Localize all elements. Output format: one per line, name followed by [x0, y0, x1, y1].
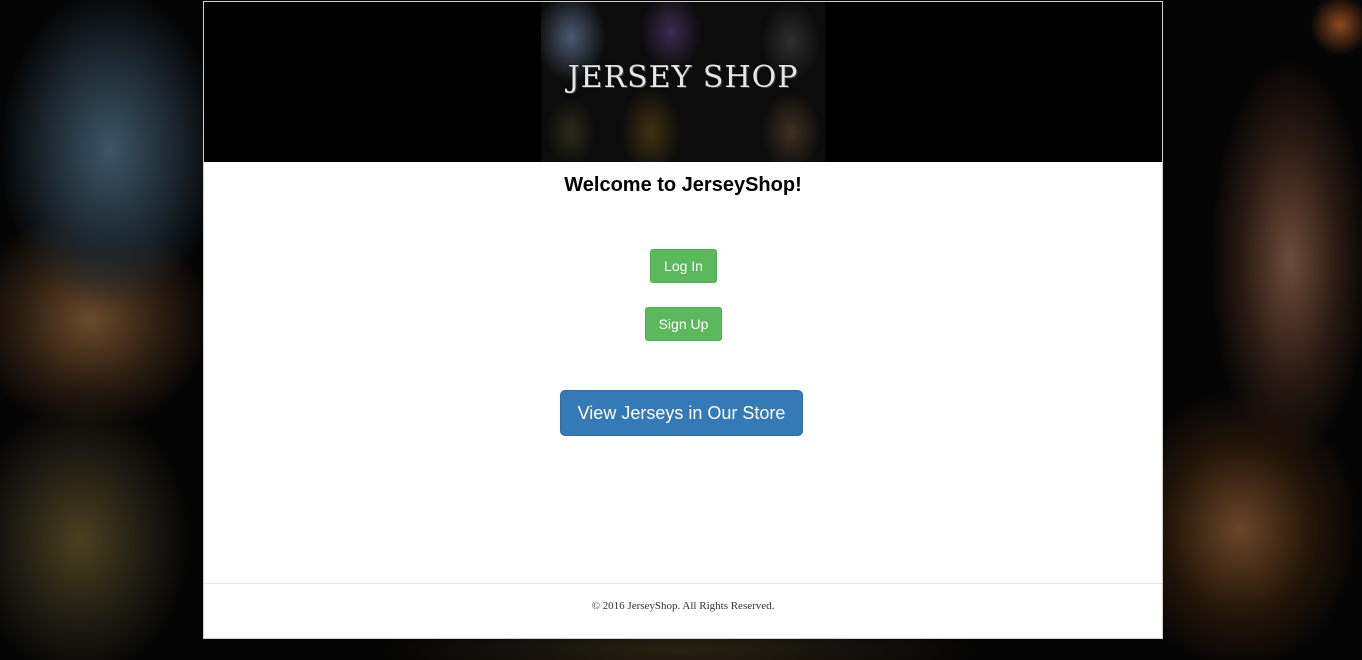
- page-title: Welcome to JerseyShop!: [564, 174, 802, 196]
- view-store-button[interactable]: View Jerseys in Our Store: [560, 390, 803, 436]
- signup-button[interactable]: Sign Up: [645, 307, 722, 341]
- login-button[interactable]: Log In: [650, 249, 717, 283]
- banner-image: JERSEY SHOP: [541, 2, 825, 162]
- footer-divider: [204, 583, 1162, 584]
- banner-logo-text: JERSEY SHOP: [567, 60, 799, 95]
- header: JERSEY SHOP: [204, 2, 1162, 162]
- footer-copyright: © 2016 JerseyShop. All Rights Reserved.: [591, 600, 775, 612]
- content-panel: JERSEY SHOP Welcome to JerseyShop! Log I…: [203, 1, 1163, 639]
